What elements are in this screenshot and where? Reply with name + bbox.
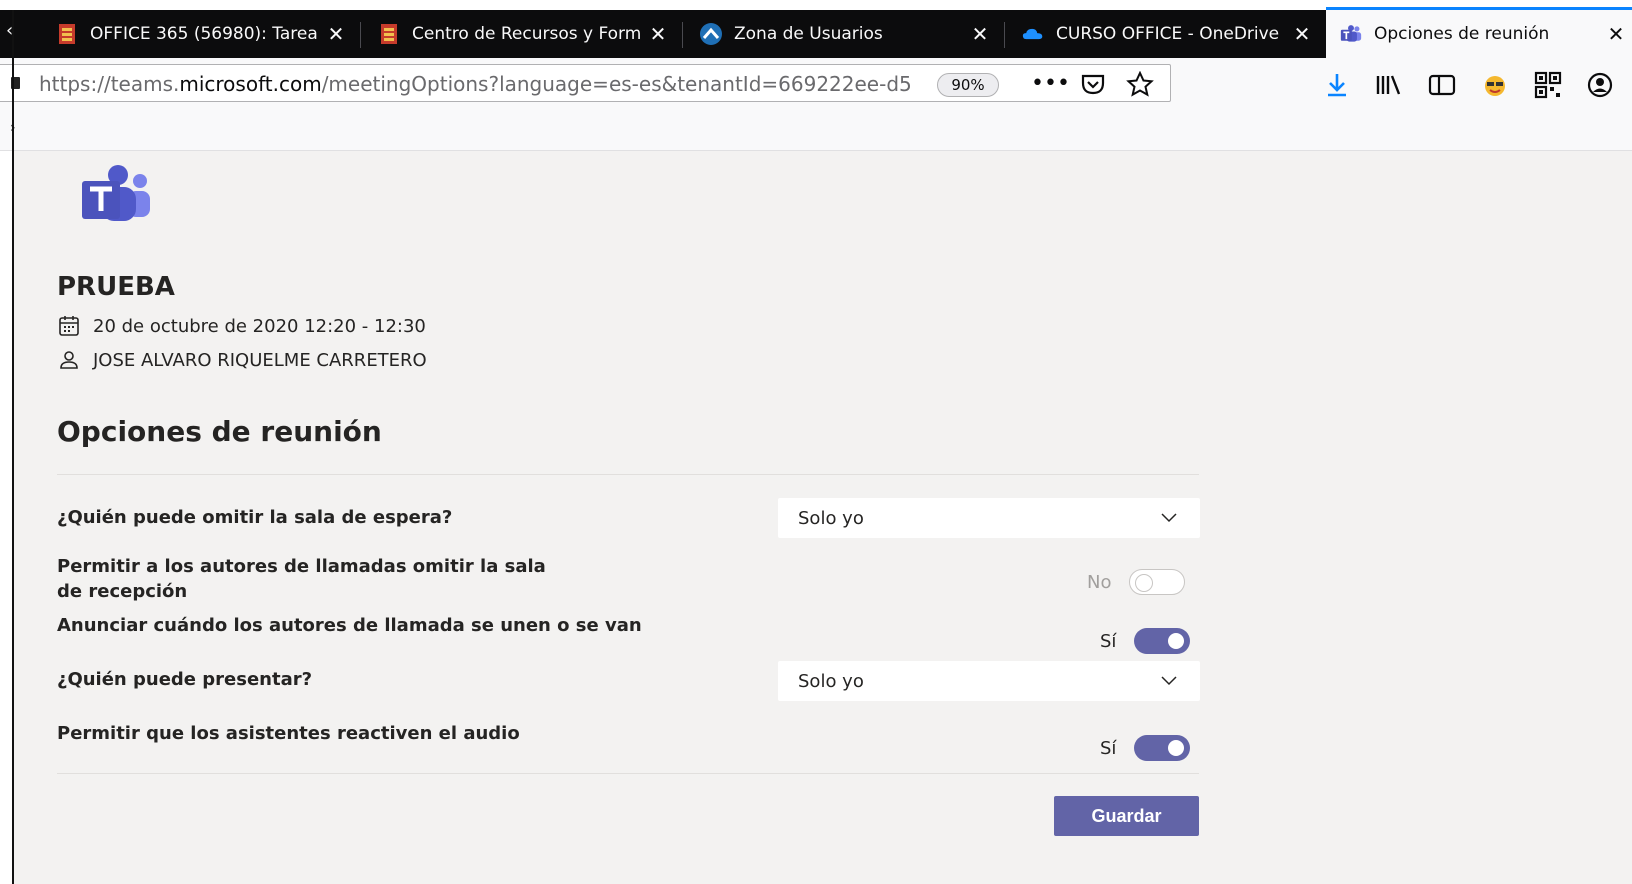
save-button[interactable]: Guardar (1054, 796, 1199, 836)
url-domain: microsoft.com (179, 72, 322, 96)
zona-usuarios-icon (700, 23, 722, 45)
url-prefix: https://teams. (39, 72, 180, 96)
pocket-icon[interactable] (1078, 71, 1108, 97)
toggle-state-label: No (1087, 571, 1112, 593)
meeting-title: PRUEBA (57, 272, 175, 302)
bookmarks-toolbar: › (0, 112, 1632, 151)
close-icon[interactable]: ✕ (1600, 22, 1632, 46)
dropdown-value: Solo yo (798, 670, 864, 692)
callers-bypass-toggle[interactable] (1129, 569, 1186, 595)
url-path: /meetingOptions?language=es-es&tenantId=… (321, 72, 912, 96)
page-actions-icon[interactable]: ••• (1031, 71, 1070, 97)
announce-callers-label: Anunciar cuándo los autores de llamada s… (57, 615, 642, 636)
extension-emoji-icon[interactable] (1478, 70, 1512, 100)
tab-zona-usuarios[interactable]: Zona de Usuarios ✕ (686, 10, 996, 58)
dropdown-value: Solo yo (798, 507, 864, 529)
divider (57, 474, 1199, 475)
unmute-label: Permitir que los asistentes reactiven el… (57, 723, 520, 744)
account-icon[interactable] (1583, 70, 1617, 100)
tab-office-365[interactable]: OFFICE 365 (56980): Tarea ✕ (42, 10, 352, 58)
teams-icon (1340, 25, 1362, 42)
chevron-down-icon (1161, 676, 1177, 686)
meeting-organizer: JOSE ALVARO RIQUELME CARRETERO (93, 349, 427, 371)
lobby-bypass-label: ¿Quién puede omitir la sala de espera? (57, 507, 453, 528)
presenters-dropdown[interactable]: Solo yo (778, 661, 1200, 701)
tab-separator (360, 22, 361, 48)
tab-onedrive[interactable]: CURSO OFFICE - OneDrive ✕ (1008, 10, 1318, 58)
person-icon (60, 351, 78, 369)
close-icon[interactable]: ✕ (642, 22, 674, 46)
meeting-datetime-row: 20 de octubre de 2020 12:20 - 12:30 (57, 314, 426, 338)
navigation-bar: https://teams.microsoft.com/meetingOptio… (0, 58, 1632, 112)
meeting-options-page: PRUEBA 20 de octubre de 2020 12:20 - 12:… (14, 151, 1632, 884)
address-bar[interactable]: https://teams.microsoft.com/meetingOptio… (0, 64, 1171, 102)
toggle-state-label: Sí (1100, 737, 1117, 759)
section-title: Opciones de reunión (57, 415, 382, 448)
presenters-label: ¿Quién puede presentar? (57, 669, 313, 690)
callers-bypass-label: Permitir a los autores de llamadas omiti… (57, 556, 546, 602)
tab-bar: ‹ OFFICE 365 (56980): Tarea ✕ Centro de … (0, 7, 1632, 58)
close-icon[interactable]: ✕ (964, 22, 996, 46)
teams-logo-icon (82, 165, 150, 221)
close-icon[interactable]: ✕ (1286, 22, 1318, 46)
tab-separator (1004, 22, 1005, 48)
url-text[interactable]: https://teams.microsoft.com/meetingOptio… (39, 72, 919, 96)
meeting-organizer-row: JOSE ALVARO RIQUELME CARRETERO (57, 348, 427, 372)
unmute-toggle[interactable] (1134, 735, 1191, 761)
toggle-knob (1135, 574, 1154, 592)
office-doc-icon (59, 24, 75, 44)
toggle-knob (1168, 740, 1185, 756)
tab-separator (682, 22, 683, 48)
toggle-state-label: Sí (1100, 630, 1117, 652)
divider (57, 773, 1199, 774)
sidebar-icon[interactable] (1425, 70, 1459, 100)
announce-callers-toggle-row: Sí (1100, 628, 1191, 654)
library-icon[interactable] (1372, 70, 1406, 100)
announce-callers-toggle[interactable] (1134, 628, 1191, 654)
tab-centro-recursos[interactable]: Centro de Recursos y Form ✕ (364, 10, 674, 58)
tab-opciones-reunion[interactable]: Opciones de reunión ✕ (1326, 7, 1632, 58)
tab-title: OFFICE 365 (56980): Tarea (90, 24, 318, 44)
lobby-bypass-dropdown[interactable]: Solo yo (778, 498, 1200, 538)
bookmark-star-icon[interactable] (1125, 71, 1155, 97)
office-doc-icon (381, 24, 397, 44)
tab-title: CURSO OFFICE - OneDrive (1056, 24, 1280, 44)
zoom-indicator[interactable]: 90% (937, 73, 999, 97)
unmute-toggle-row: Sí (1100, 735, 1191, 761)
chevron-down-icon (1161, 513, 1177, 523)
tab-title: Centro de Recursos y Form (412, 24, 642, 44)
onedrive-cloud-icon (1022, 28, 1043, 40)
browser-window: ‹ OFFICE 365 (56980): Tarea ✕ Centro de … (0, 0, 1632, 884)
meeting-datetime: 20 de octubre de 2020 12:20 - 12:30 (93, 315, 426, 337)
callers-bypass-toggle-row: No (1087, 569, 1186, 595)
calendar-icon (59, 316, 79, 336)
download-icon[interactable] (1320, 70, 1354, 100)
tab-title: Zona de Usuarios (734, 24, 883, 44)
tab-title: Opciones de reunión (1374, 24, 1550, 44)
close-icon[interactable]: ✕ (320, 22, 352, 46)
toggle-knob (1168, 633, 1185, 649)
qr-code-icon[interactable] (1531, 70, 1565, 100)
